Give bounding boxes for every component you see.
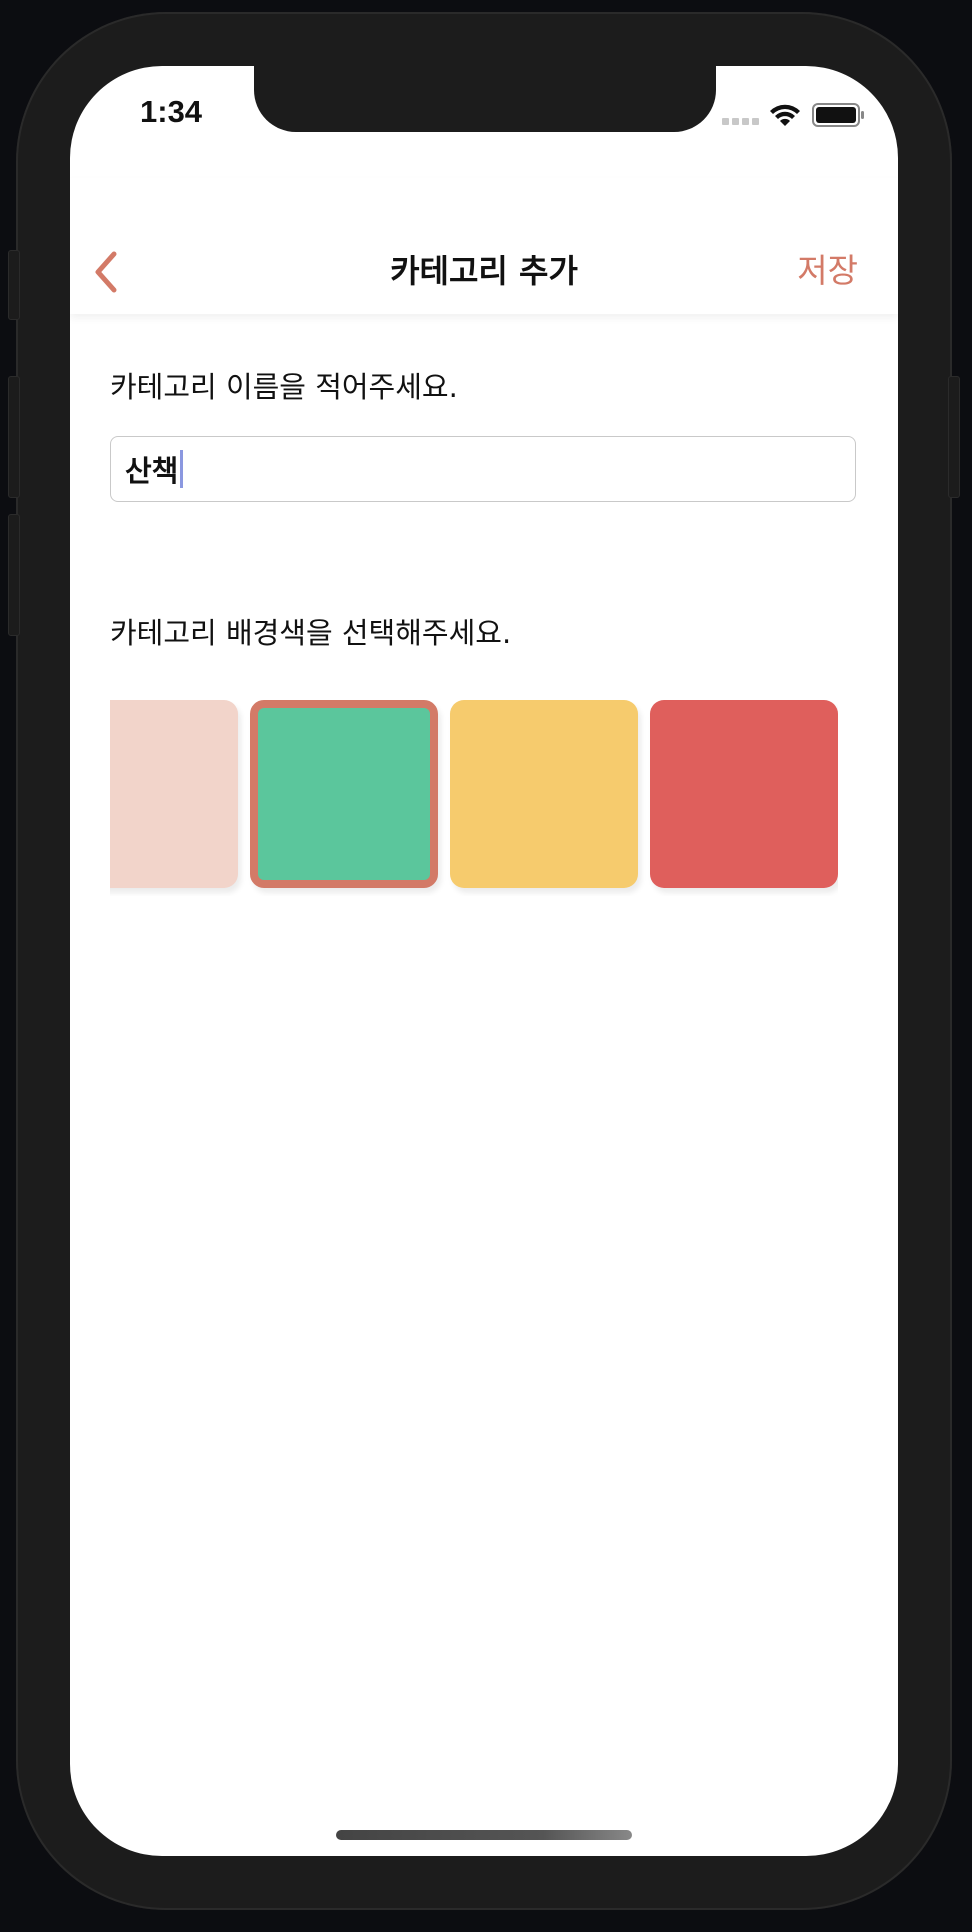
home-indicator bbox=[336, 1830, 632, 1840]
wifi-icon bbox=[770, 104, 800, 126]
silent-switch bbox=[8, 250, 20, 320]
color-swatch-yellow[interactable] bbox=[450, 700, 638, 888]
color-label: 카테고리 배경색을 선택해주세요. bbox=[110, 616, 512, 650]
battery-icon bbox=[812, 103, 864, 127]
volume-up-button bbox=[8, 376, 20, 498]
page-title: 카테고리 추가 bbox=[390, 252, 578, 290]
notch bbox=[254, 66, 716, 132]
category-name-value: 산책 bbox=[125, 454, 179, 488]
text-caret bbox=[180, 450, 184, 488]
volume-down-button bbox=[8, 514, 20, 636]
status-time: 1:34 bbox=[140, 94, 203, 129]
cellular-signal-icon bbox=[722, 118, 759, 125]
save-button[interactable]: 저장 bbox=[797, 244, 858, 292]
color-swatch-pink[interactable] bbox=[110, 700, 238, 888]
screen: 1:34 카테고리 추가 저장 카테고리 이름을 적어주세요. 산책 카테고리 … bbox=[70, 66, 898, 1856]
power-button bbox=[948, 376, 960, 498]
navigation-bar: 카테고리 추가 저장 bbox=[70, 178, 898, 314]
name-label: 카테고리 이름을 적어주세요. bbox=[110, 370, 458, 404]
color-swatch-green[interactable] bbox=[250, 700, 438, 888]
color-swatch-list[interactable] bbox=[110, 700, 838, 896]
category-name-input[interactable]: 산책 bbox=[110, 436, 856, 502]
color-swatch-red[interactable] bbox=[650, 700, 838, 888]
